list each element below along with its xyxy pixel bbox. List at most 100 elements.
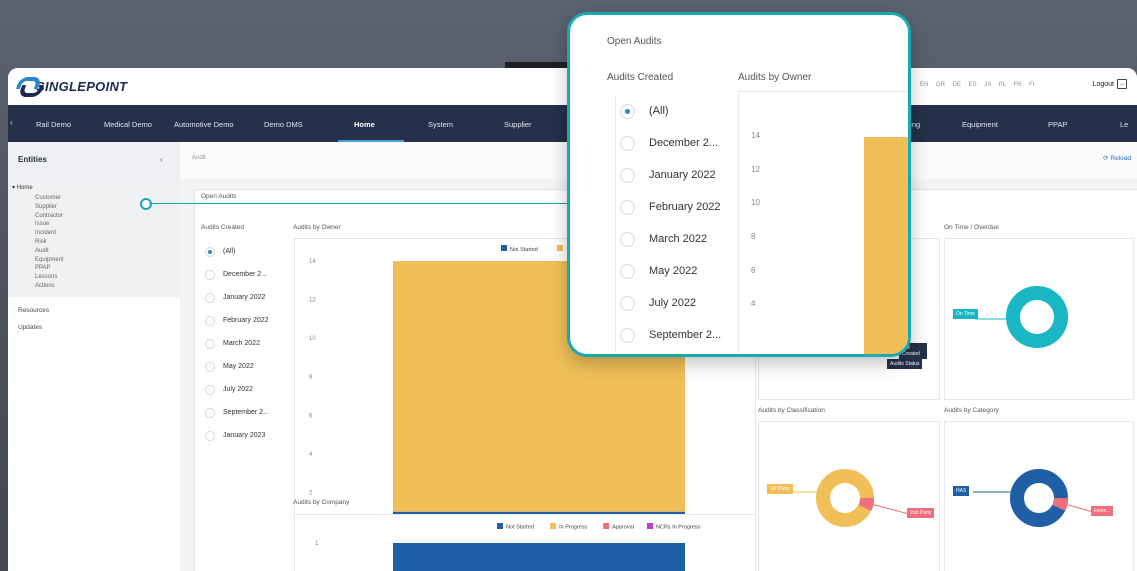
callout-anchor-dot	[140, 198, 152, 210]
nav-item-ppap[interactable]: PPAP	[1048, 120, 1067, 129]
nav-item-demo-dms[interactable]: Demo DMS	[264, 120, 303, 129]
zoom-filter-option[interactable]: September 2...	[616, 319, 721, 351]
zoom-filter-option[interactable]: March 2022	[616, 223, 721, 255]
tree-item-equipment[interactable]: Equipment	[8, 256, 180, 265]
radio-icon	[620, 263, 635, 279]
zoom-filter-option[interactable]: (All)	[616, 95, 721, 127]
has-ring	[1010, 469, 1068, 527]
logout-button[interactable]: Logout →	[1093, 79, 1127, 89]
radio-icon	[620, 327, 635, 343]
tree-item-issue[interactable]: Issue	[8, 220, 180, 229]
logout-icon: →	[1117, 79, 1127, 89]
tree-item-supplier[interactable]: Supplier	[8, 203, 180, 212]
audits-by-owner-label: Audits by Owner	[293, 224, 341, 231]
tree-item-customer[interactable]: Customer	[8, 194, 180, 203]
filter-option-label: March 2022	[223, 340, 260, 347]
tree-item-contractor[interactable]: Contractor	[8, 212, 180, 221]
nav-item-home[interactable]: Home	[354, 120, 375, 129]
tree-item-risk[interactable]: Risk	[8, 238, 180, 247]
zoom-audits-created-label: Audits Created	[607, 72, 674, 83]
second-party-arc	[858, 497, 874, 511]
nav-scroll-left-icon[interactable]: ‹	[10, 118, 13, 127]
has-tag: HAS	[953, 486, 970, 496]
zoom-filter-option[interactable]: July 2022	[616, 287, 721, 319]
audits-by-classification-chart: 1st Party 2nd Party	[758, 421, 940, 571]
reload-button[interactable]: ⟳ Reload	[1103, 154, 1131, 162]
reload-label: Reload	[1110, 155, 1131, 162]
radio-icon	[205, 430, 215, 441]
zoom-filter-label: February 2022	[649, 201, 721, 213]
nav-item-supplier[interactable]: Supplier	[504, 120, 532, 129]
zoom-filter-option[interactable]: December 2...	[616, 127, 721, 159]
filter-option[interactable]: February 2022	[205, 309, 269, 332]
radio-icon	[620, 295, 635, 311]
radio-icon	[620, 167, 635, 183]
zoom-y-tick: 6	[751, 266, 756, 275]
zoom-y-tick: 8	[751, 232, 756, 241]
legend-label: NCRs In Progress	[656, 525, 701, 531]
tree-item-actions[interactable]: Actions	[8, 282, 180, 291]
nav-item-system[interactable]: System	[428, 120, 453, 129]
zoom-y-tick: 10	[751, 198, 760, 207]
zoom-filter-option[interactable]: February 2022	[616, 191, 721, 223]
language-switcher[interactable]: EN GR DE ES JA PL FR FI	[920, 82, 1034, 88]
on-time-donut-ring	[1006, 286, 1068, 348]
sidebar-item-updates[interactable]: Updates	[8, 324, 180, 331]
filter-option-label: May 2022	[223, 363, 254, 370]
legend-label: Approval	[612, 525, 634, 531]
nav-item-more[interactable]: Le	[1120, 120, 1128, 129]
audits-by-category-label: Audits by Category	[944, 407, 999, 414]
brand-name: SINGLEPOINT	[36, 78, 128, 94]
breadcrumb[interactable]: Audit	[192, 155, 206, 161]
radio-icon	[620, 135, 635, 151]
filter-option-label: December 2...	[223, 271, 267, 278]
zoom-y-tick: 14	[751, 131, 760, 140]
nav-item-equipment[interactable]: Equipment	[962, 120, 998, 129]
on-time-donut-svg	[975, 286, 1068, 348]
zoom-filter-option[interactable]: January 2022	[616, 159, 721, 191]
category-donut-svg	[973, 469, 1094, 527]
radio-icon	[620, 199, 635, 215]
logo-icon	[18, 77, 34, 95]
audits-created-filter: (All) December 2... January 2022 Februar…	[205, 240, 269, 447]
tree-item-incident[interactable]: Incident	[8, 229, 180, 238]
classification-donut-svg	[787, 469, 910, 527]
nav-item-medical-demo[interactable]: Medical Demo	[104, 120, 152, 129]
filter-option[interactable]: May 2022	[205, 355, 269, 378]
nav-item-rail-demo[interactable]: Rail Demo	[36, 120, 71, 129]
panel-title: Open Audits	[201, 193, 237, 200]
filter-option[interactable]: (All)	[205, 240, 269, 263]
first-party-ring	[816, 469, 874, 527]
filter-option-label: September 2...	[223, 409, 269, 416]
inspection-leader	[1064, 503, 1094, 513]
filter-option[interactable]: September 2...	[205, 401, 269, 424]
tree-item-home[interactable]: ▾ Home	[8, 184, 180, 191]
zoom-in-progress-bar	[864, 137, 908, 354]
legend-swatch	[603, 523, 610, 529]
nav-item-automotive-demo[interactable]: Automotive Demo	[174, 120, 234, 129]
zoom-filter-label: July 2022	[649, 297, 697, 309]
filter-option[interactable]: March 2022	[205, 332, 269, 355]
tree-item-audit[interactable]: Audit	[8, 247, 180, 256]
zoom-panel-title: Open Audits	[607, 36, 662, 47]
singlepoint-logo[interactable]: SINGLEPOINT	[18, 77, 127, 95]
collapse-sidebar-icon[interactable]: ‹	[160, 155, 163, 164]
tree-item-ppap[interactable]: PPAP	[8, 264, 180, 273]
sidebar-item-resources[interactable]: Resources	[8, 307, 180, 314]
y-tick-label: 6	[309, 413, 313, 419]
radio-selected-icon	[205, 246, 215, 257]
zoom-filter-option[interactable]: May 2022	[616, 255, 721, 287]
zoom-callout: Open Audits Audits Created Audits by Own…	[567, 12, 911, 357]
legend-swatch	[647, 523, 653, 529]
filter-option[interactable]: December 2...	[205, 263, 269, 286]
zoom-y-tick: 4	[751, 299, 756, 308]
on-time-overdue-label: On Time / Overdue	[944, 224, 999, 231]
audits-created-label: Audits Created	[201, 224, 244, 231]
filter-option[interactable]: January 2022	[205, 286, 269, 309]
zoom-filter-list: (All) December 2... January 2022 Februar…	[615, 95, 721, 351]
legend-not-started: Not Started	[510, 247, 538, 253]
filter-option[interactable]: January 2023	[205, 424, 269, 447]
tree-item-lessons[interactable]: Lessons	[8, 273, 180, 282]
zoom-audits-by-owner-label: Audits by Owner	[738, 72, 812, 83]
filter-option[interactable]: July 2022	[205, 378, 269, 401]
